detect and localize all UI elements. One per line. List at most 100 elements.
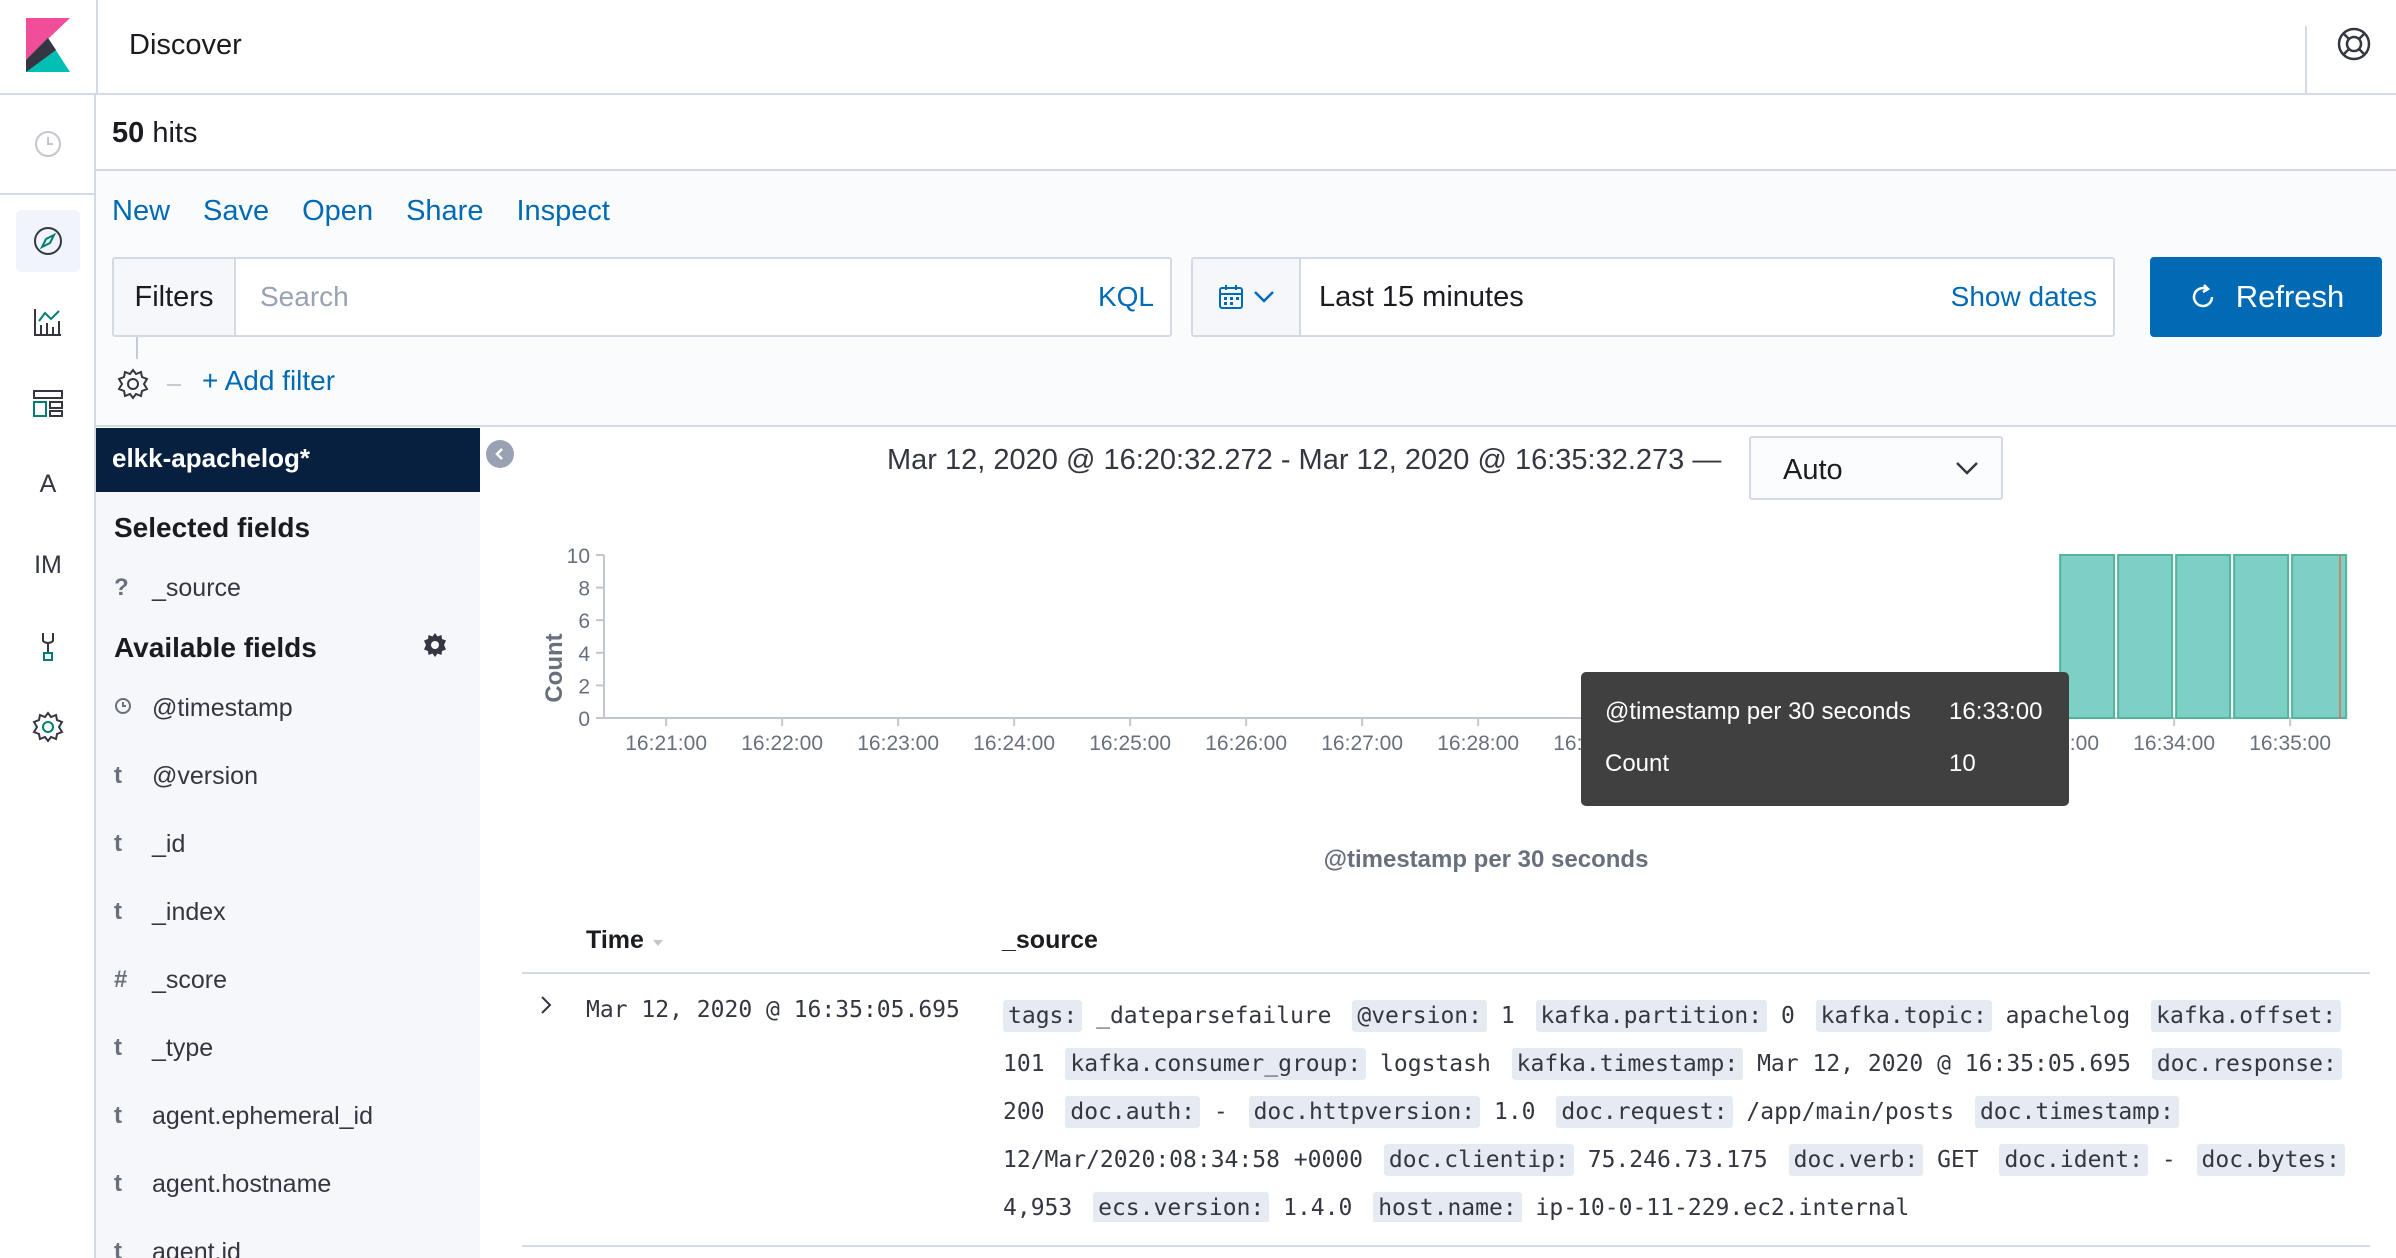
table-divider xyxy=(522,1245,2370,1247)
source-field-key: doc.request: xyxy=(1556,1096,1733,1128)
histogram-bar[interactable] xyxy=(2233,554,2290,719)
field-sidebar: elkk-apachelog* Selected fields ? _sourc… xyxy=(96,428,480,1258)
string-type-icon: t xyxy=(114,830,122,857)
source-field-key: doc.httpversion: xyxy=(1248,1096,1481,1128)
field-name: @version xyxy=(152,761,258,790)
nav-discover[interactable] xyxy=(16,210,80,272)
string-type-icon: t xyxy=(114,1102,122,1129)
tooltip-value-count: 10 xyxy=(1949,750,1976,777)
field-name: _source xyxy=(152,573,241,602)
field-settings-gear-icon[interactable] xyxy=(422,632,448,658)
source-field-value: 4,953 xyxy=(1003,1195,1087,1221)
selected-fields-title: Selected fields xyxy=(114,512,311,543)
source-field-key: doc.ident: xyxy=(1999,1144,2148,1176)
field-name: @timestamp xyxy=(152,693,293,722)
search-input[interactable] xyxy=(236,259,1036,335)
interval-select[interactable]: Auto xyxy=(1749,436,2003,500)
field-item[interactable]: # _score xyxy=(114,960,474,1000)
left-nav: A IM xyxy=(0,95,96,1258)
source-column-header: _source xyxy=(1002,926,1098,954)
field-item[interactable]: t _type xyxy=(114,1028,474,1068)
kql-language-toggle[interactable]: KQL xyxy=(1098,281,1154,313)
nav-visualize[interactable] xyxy=(16,291,80,353)
tooltip-label-count: Count xyxy=(1605,750,1670,777)
nav-space-a[interactable]: A xyxy=(16,453,80,515)
filter-connector-line xyxy=(136,337,138,359)
field-item[interactable]: t _index xyxy=(114,892,474,932)
source-field-value: 12/Mar/2020:08:34:58 +0000 xyxy=(1003,1147,1377,1173)
source-field-key: kafka.topic: xyxy=(1815,1000,1992,1032)
chevron-down-icon xyxy=(1254,291,1274,303)
collapse-sidebar-button[interactable] xyxy=(486,440,514,468)
source-field-key: doc.response: xyxy=(2151,1048,2342,1080)
source-field-value: GET xyxy=(1923,1147,1993,1173)
nav-management[interactable] xyxy=(16,696,80,758)
source-field-value: Mar 12, 2020 @ 16:35:05.695 xyxy=(1743,1051,2145,1077)
index-pattern-selector[interactable]: elkk-apachelog* xyxy=(96,428,480,492)
source-field-key: @version: xyxy=(1352,1000,1487,1032)
nav-dev-tools[interactable] xyxy=(16,615,80,677)
source-field-value: apachelog xyxy=(1991,1003,2145,1029)
nav-separator xyxy=(0,193,94,195)
source-field-key: doc.verb: xyxy=(1788,1144,1924,1176)
quick-select-button[interactable] xyxy=(1193,259,1301,335)
x-tick-label: 16:28:00 xyxy=(1437,732,1519,755)
row-source: tags: _dateparsefailure @version: 1 kafk… xyxy=(1003,992,2373,1222)
source-field-key: doc.bytes: xyxy=(2196,1144,2345,1176)
field-item-timestamp[interactable]: @timestamp xyxy=(114,688,474,728)
histogram-bar[interactable] xyxy=(2117,554,2174,719)
source-field-value: ip-10-0-11-229.ec2.internal xyxy=(1521,1195,1910,1221)
source-field-key: kafka.offset: xyxy=(2151,1000,2342,1032)
inspect-button[interactable]: Inspect xyxy=(516,195,610,228)
hits-label: hits xyxy=(152,117,198,149)
source-field-value: - xyxy=(1200,1099,1242,1125)
refresh-button[interactable]: Refresh xyxy=(2150,257,2382,337)
nav-space-im[interactable]: IM xyxy=(16,534,80,596)
sort-down-icon[interactable] xyxy=(651,938,665,948)
source-field-key: tags: xyxy=(1003,1000,1083,1032)
nav-recent[interactable] xyxy=(16,113,80,175)
tooltip-label-timestamp: @timestamp per 30 seconds xyxy=(1605,698,1911,725)
interval-value: Auto xyxy=(1783,454,1843,486)
kibana-logo[interactable] xyxy=(26,18,70,72)
add-filter-button[interactable]: + Add filter xyxy=(202,365,335,397)
field-item[interactable]: t _id xyxy=(114,824,474,864)
new-button[interactable]: New xyxy=(112,195,170,228)
x-tick-label: 16:34:00 xyxy=(2133,732,2215,755)
row-timestamp: Mar 12, 2020 @ 16:35:05.695 xyxy=(586,997,960,1023)
show-dates-link[interactable]: Show dates xyxy=(1951,281,2097,313)
time-column-header[interactable]: Time xyxy=(586,926,665,955)
histogram-chart[interactable]: 0 2 4 6 8 10 16:21:00 16:22:00 16:23:00 16:24:00… xyxy=(500,510,2380,880)
filters-label[interactable]: Filters xyxy=(114,259,236,335)
source-field-key: host.name: xyxy=(1373,1192,1522,1222)
dashboard-icon xyxy=(33,390,63,417)
x-tick-label: 16:27:00 xyxy=(1321,732,1403,755)
gear-icon[interactable] xyxy=(116,367,150,401)
histogram-bar[interactable] xyxy=(2291,554,2348,719)
string-type-icon: t xyxy=(114,1034,122,1061)
field-item[interactable]: t agent.hostname xyxy=(114,1164,474,1204)
field-item[interactable]: t @version xyxy=(114,756,474,796)
clock-icon xyxy=(114,694,152,722)
save-button[interactable]: Save xyxy=(203,195,269,228)
chevron-right-icon[interactable] xyxy=(536,993,556,1017)
y-tick-label: 10 xyxy=(567,545,590,568)
chevron-left-icon xyxy=(495,448,503,460)
source-field-key: doc.auth: xyxy=(1065,1096,1201,1128)
source-field-key: kafka.partition: xyxy=(1535,1000,1768,1032)
help-lifebuoy-icon[interactable] xyxy=(2336,26,2372,62)
open-button[interactable]: Open xyxy=(302,195,373,228)
x-tick-label: 16:23:00 xyxy=(857,732,939,755)
field-item[interactable]: t agent.id xyxy=(114,1232,474,1258)
field-item[interactable]: t agent.ephemeral_id xyxy=(114,1096,474,1136)
y-tick-label: 8 xyxy=(578,578,590,601)
histogram-bar[interactable] xyxy=(2175,554,2232,719)
date-range-text[interactable]: Last 15 minutes xyxy=(1319,281,1524,314)
field-type-unknown-icon: ? xyxy=(114,574,129,601)
date-picker: Last 15 minutes Show dates xyxy=(1191,257,2115,337)
x-tick-label: 16:24:00 xyxy=(973,732,1055,755)
selected-field-item[interactable]: ? _source xyxy=(114,568,474,608)
share-button[interactable]: Share xyxy=(406,195,483,228)
discover-compass-icon xyxy=(34,227,62,255)
nav-dashboard[interactable] xyxy=(16,372,80,434)
